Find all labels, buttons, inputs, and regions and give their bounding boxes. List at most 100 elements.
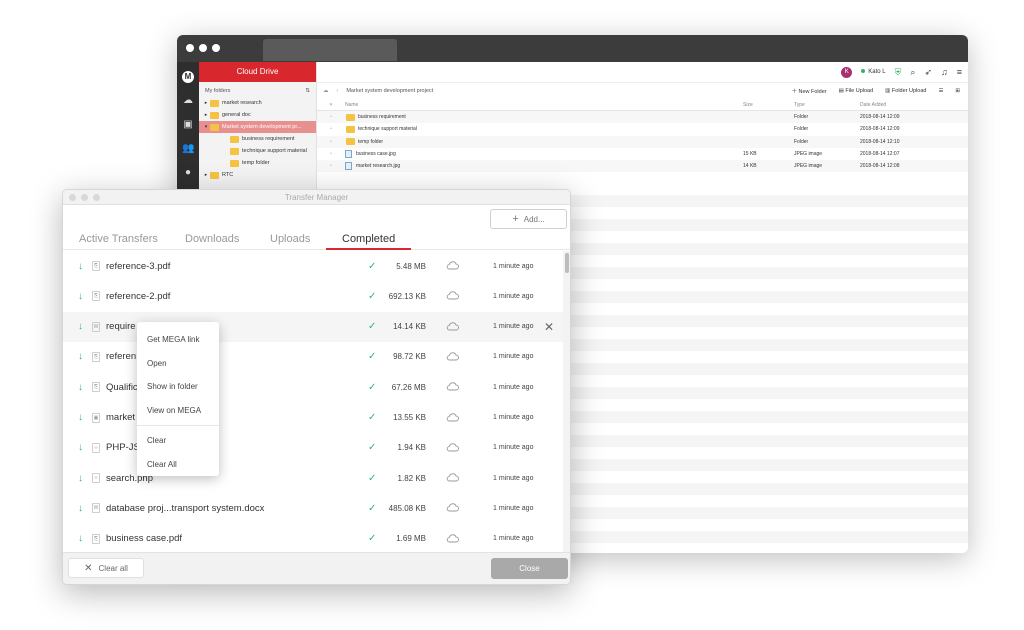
transfer-row[interactable]: ↓ Wdatabase proj...transport system.docx ✓… — [63, 493, 563, 523]
sort-icon[interactable]: ⇅ — [305, 88, 310, 94]
file-row[interactable]: • technique support material Folder 2018-08… — [317, 123, 968, 135]
transfer-time: 1 minute ago — [493, 262, 534, 270]
menu-divider — [137, 425, 219, 426]
add-button[interactable]: + Add... — [490, 209, 567, 229]
cloud-icon[interactable] — [446, 412, 459, 422]
menu-clear-all[interactable]: Clear All — [137, 453, 219, 477]
remove-row-icon[interactable]: ✕ — [544, 320, 554, 334]
bell-icon[interactable]: ♫ — [941, 67, 948, 77]
transfer-file-name: database proj...transport system.docx — [106, 502, 265, 514]
file-row[interactable]: • market research.jpg 14 KB JPEG image 2018-… — [317, 160, 968, 173]
favorite-dot[interactable]: • — [317, 163, 345, 169]
cloud-icon[interactable] — [446, 502, 459, 512]
contacts-icon[interactable]: 👥 — [182, 143, 194, 155]
window-minimize-dot[interactable] — [199, 44, 207, 52]
tab-active-transfers[interactable]: Active Transfers — [79, 233, 158, 249]
cloud-icon[interactable] — [446, 351, 459, 361]
file-row[interactable]: • business requirement Folder 2018-08-14 12… — [317, 111, 968, 124]
cloud-icon[interactable]: ☁ — [182, 95, 194, 107]
tab-downloads[interactable]: Downloads — [185, 233, 239, 249]
tm-zoom-dot[interactable] — [93, 194, 100, 201]
menu-view-on-mega[interactable]: View on MEGA — [137, 399, 219, 423]
window-close-dot[interactable] — [186, 44, 194, 52]
favorite-column-icon[interactable]: ♥ — [317, 102, 345, 108]
folder-icon — [230, 159, 239, 167]
file-upload-button[interactable]: ▤ File Upload — [839, 88, 874, 94]
chevron-right-icon[interactable]: ▸ — [203, 172, 209, 178]
list-view-icon[interactable]: ☰ — [938, 88, 943, 94]
file-date: 2018-08-14 12:09 — [860, 126, 900, 133]
chevron-down-icon[interactable]: ▾ — [203, 124, 209, 130]
cloud-icon[interactable] — [446, 533, 459, 543]
cloud-icon[interactable] — [446, 260, 459, 270]
cloud-breadcrumb-icon[interactable]: ☁ — [323, 88, 329, 94]
new-folder-button[interactable]: ＋ New Folder — [791, 87, 826, 95]
menu-clear[interactable]: Clear — [137, 429, 219, 453]
cloud-icon[interactable] — [446, 381, 459, 391]
transfer-row[interactable]: ↓ ⎘ reference-3.pdf ✓ 5.48 MB 1 minute ago — [63, 251, 563, 281]
cloud-icon[interactable] — [446, 321, 459, 331]
cloud-icon[interactable] — [446, 472, 459, 482]
transfer-row[interactable]: ↓ ⎘ reference-2.pdf ✓ 692.13 KB 1 minute ago — [63, 281, 563, 311]
window-title: Transfer Manager — [284, 193, 349, 202]
download-arrow-icon: ↓ — [78, 412, 83, 423]
column-name[interactable]: Name — [345, 102, 743, 108]
transfer-file-name: reference-2.pdf — [106, 290, 171, 302]
column-size[interactable]: Size — [743, 102, 794, 108]
chat-icon[interactable]: ● — [182, 167, 194, 179]
rocket-icon[interactable]: ➶ — [924, 67, 932, 78]
chevron-right-icon[interactable]: ▸ — [203, 100, 209, 106]
folder-tree-label: general doc — [222, 112, 251, 118]
folder-tree-item[interactable]: temp folder — [199, 157, 316, 169]
folder-tree-item[interactable]: ▸ general doc — [199, 109, 316, 121]
chevron-right-icon[interactable]: ▸ — [203, 112, 209, 118]
menu-open[interactable]: Open — [137, 352, 219, 376]
shield-icon[interactable]: ⛨ — [895, 67, 902, 78]
breadcrumb-current[interactable]: Market system development project — [346, 88, 433, 94]
folder-tree-label: temp folder — [242, 160, 270, 166]
avatar[interactable]: K — [841, 66, 853, 78]
favorite-dot[interactable]: • — [317, 139, 345, 145]
favorite-dot[interactable]: • — [317, 151, 345, 157]
folder-tree-item[interactable]: ▸ RTC — [199, 169, 316, 181]
tm-close-dot[interactable] — [69, 194, 76, 201]
window-zoom-dot[interactable] — [212, 44, 220, 52]
tab-uploads[interactable]: Uploads — [270, 233, 310, 249]
tm-minimize-dot[interactable] — [81, 194, 88, 201]
browser-tab[interactable] — [263, 39, 397, 61]
clear-all-button[interactable]: ✕ Clear all — [68, 558, 144, 578]
folder-tree-item[interactable]: technique support material — [199, 145, 316, 157]
menu-show-in-folder[interactable]: Show in folder — [137, 375, 219, 399]
column-type[interactable]: Type — [794, 102, 860, 108]
list-scrollbar[interactable] — [563, 251, 570, 554]
file-row[interactable]: • business case.jpg 15 KB JPEG image 2018-08… — [317, 148, 968, 160]
favorite-dot[interactable]: • — [317, 114, 345, 120]
menu-get-mega-link[interactable]: Get MEGA link — [137, 328, 219, 352]
favorite-dot[interactable]: • — [317, 126, 345, 132]
tab-completed[interactable]: Completed — [326, 233, 412, 250]
close-button[interactable]: Close — [491, 558, 568, 579]
file-row[interactable]: • temp folder Folder 2018-08-14 12:10 — [317, 135, 968, 148]
search-icon[interactable]: ⌕ — [910, 67, 915, 78]
clear-all-label: Clear all — [98, 563, 128, 573]
mega-logo-icon[interactable]: M — [182, 71, 194, 83]
cloud-icon[interactable] — [446, 290, 459, 300]
file-upload-label: File Upload — [845, 88, 874, 94]
scrollbar-thumb[interactable] — [565, 253, 569, 273]
menu-icon[interactable]: ≡ — [957, 67, 962, 77]
cloud-drive-header[interactable]: Cloud Drive — [199, 62, 316, 82]
folder-tree-item[interactable]: ▸ market research — [199, 97, 316, 109]
user-name[interactable]: Kato L — [861, 69, 886, 75]
folder-icon — [346, 138, 355, 146]
transfer-row[interactable]: ↓ ⎘ business case.pdf ✓ 1.69 MB 1 minute ago — [63, 524, 563, 554]
folder-upload-button[interactable]: ▥ Folder Upload — [885, 88, 926, 94]
file-name-cell: market research.jpg — [345, 162, 743, 171]
cloud-icon[interactable] — [446, 442, 459, 452]
column-date[interactable]: Date Added — [860, 102, 920, 108]
file-type: Folder — [794, 126, 809, 133]
my-folders-heading: My folders ⇅ — [199, 82, 316, 97]
folder-tree-item[interactable]: business requirement — [199, 133, 316, 145]
folder-tree-item[interactable]: ▾ Market system development pr... — [199, 121, 316, 133]
photos-icon[interactable]: ▣ — [182, 119, 194, 131]
grid-view-icon[interactable]: ⊞ — [955, 88, 960, 94]
